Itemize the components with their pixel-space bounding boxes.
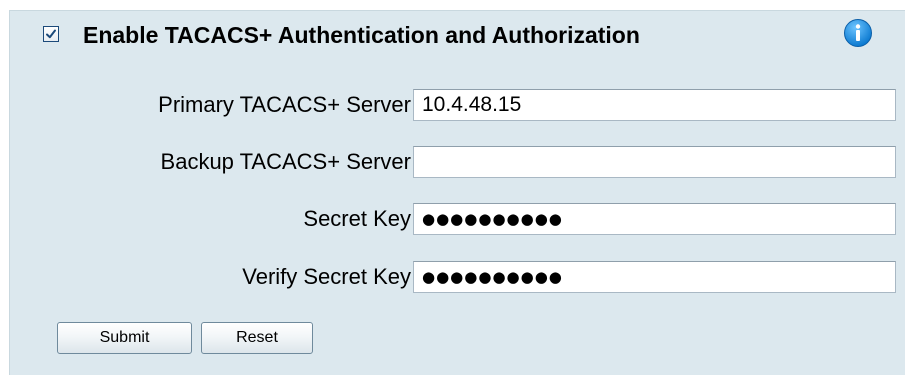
verify-secret-key-input[interactable] bbox=[413, 261, 896, 293]
submit-button[interactable]: Submit bbox=[57, 322, 192, 354]
enable-tacacs-label: Enable TACACS+ Authentication and Author… bbox=[83, 22, 640, 48]
primary-server-input[interactable] bbox=[413, 89, 896, 121]
backup-server-label: Backup TACACS+ Server bbox=[160, 149, 411, 174]
verify-secret-key-label: Verify Secret Key bbox=[242, 264, 411, 289]
tacacs-settings-panel bbox=[9, 10, 905, 375]
info-icon[interactable] bbox=[843, 18, 873, 48]
enable-tacacs-checkbox[interactable] bbox=[43, 26, 59, 42]
secret-key-label: Secret Key bbox=[303, 206, 411, 231]
primary-server-label: Primary TACACS+ Server bbox=[158, 92, 411, 117]
backup-server-input[interactable] bbox=[413, 146, 896, 178]
secret-key-input[interactable] bbox=[413, 203, 896, 235]
checkmark-icon bbox=[46, 29, 56, 39]
reset-button[interactable]: Reset bbox=[201, 322, 313, 354]
